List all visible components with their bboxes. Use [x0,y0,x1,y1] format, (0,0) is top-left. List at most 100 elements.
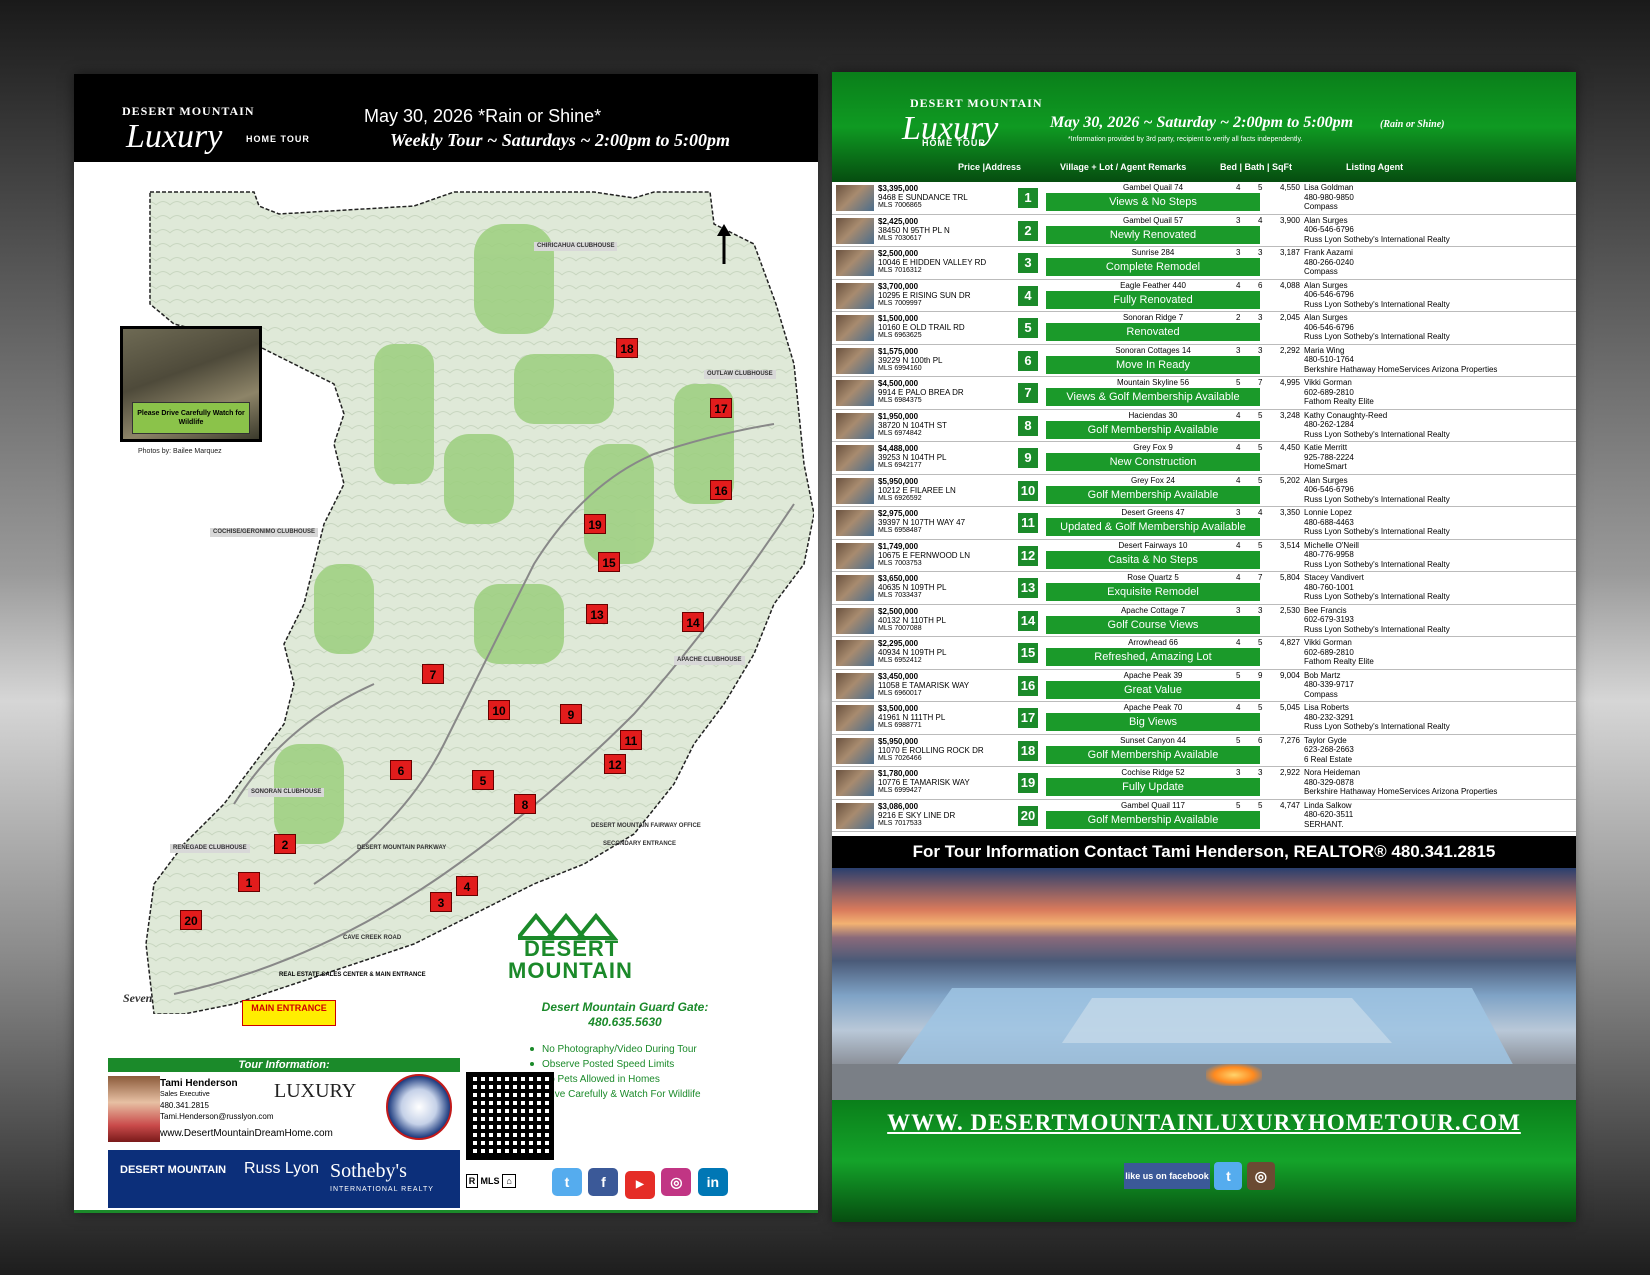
agent-phone[interactable]: 406-546-6796 [1304,225,1450,235]
map-marker-1[interactable]: 1 [238,872,260,892]
listing-row[interactable]: $2,975,000 39397 N 107TH WAY 47 MLS 695848… [832,507,1576,540]
agent-brokerage: SERHANT. [1304,819,1344,829]
listing-photo[interactable] [836,347,874,374]
listing-photo[interactable] [836,575,874,601]
guard-gate-phone[interactable]: 480.635.5630 [520,1015,730,1030]
listing-row[interactable]: $4,488,000 39253 N 104TH PL MLS 6942177 9 Gr… [832,442,1576,475]
agent-brokerage: Russ Lyon Sotheby's International Realty [1304,592,1450,601]
agent-phone[interactable]: 602-689-2810 [1304,388,1374,398]
agent-phone[interactable]: 602-679-3193 [1304,615,1450,625]
map-marker-5[interactable]: 5 [472,770,494,790]
agent-email[interactable]: Tami.Henderson@russlyon.com [160,1112,274,1121]
map-marker-19[interactable]: 19 [584,514,606,534]
instagram-icon[interactable]: ◎ [1246,1162,1275,1190]
twitter-icon[interactable]: t [1214,1162,1243,1190]
map-marker-13[interactable]: 13 [586,604,608,624]
agent-phone[interactable]: 480-262-1284 [1304,420,1450,430]
agent-phone[interactable]: 406-546-6796 [1304,485,1450,495]
listing-row[interactable]: $2,500,000 40132 N 110TH PL MLS 7007088 14 A… [832,605,1576,637]
listing-row[interactable]: $5,950,000 10212 E FILAREE LN MLS 6926592 1… [832,475,1576,507]
listing-row[interactable]: $4,500,000 9914 E PALO BREA DR MLS 6984375… [832,377,1576,410]
listing-row[interactable]: $1,780,000 10776 E TAMARISK WAY MLS 699942… [832,767,1576,800]
map-marker-2[interactable]: 2 [274,834,296,854]
listing-row[interactable]: $3,500,000 41961 N 111TH PL MLS 6988771 17 A… [832,702,1576,735]
agent-website[interactable]: www.DesertMountainDreamHome.com [160,1128,333,1139]
listing-photo[interactable] [836,445,874,471]
agent-phone[interactable]: 480-266-0240 [1304,258,1354,268]
map-marker-10[interactable]: 10 [488,700,510,720]
agent-phone[interactable]: 480-232-3291 [1304,713,1450,723]
listing-photo[interactable] [836,250,874,276]
listing-photo[interactable] [836,640,874,666]
youtube-icon[interactable]: ▶ [624,1171,655,1199]
agent-phone[interactable]: 602-689-2810 [1304,648,1374,658]
listing-bed: 2 [1236,313,1241,322]
agent-phone[interactable]: 480-688-4463 [1304,518,1450,528]
listing-row[interactable]: $1,575,000 39229 N 100th PL MLS 6994160 6 So… [832,345,1576,377]
agent-phone[interactable]: 480-980-9850 [1304,193,1354,203]
map-marker-4[interactable]: 4 [456,876,478,896]
listing-row[interactable]: $3,086,000 9216 E SKY LINE DR MLS 7017533 2… [832,800,1576,832]
map-marker-11[interactable]: 11 [620,730,642,750]
listing-photo[interactable] [836,315,874,341]
listing-photo[interactable] [836,770,874,796]
listing-row[interactable]: $1,500,000 10160 E OLD TRAIL RD MLS 696362… [832,312,1576,345]
listing-row[interactable]: $1,749,000 10675 E FERNWOOD LN MLS 7003753… [832,540,1576,572]
listing-row[interactable]: $3,395,000 9468 E SUNDANCE TRL MLS 7006865… [832,182,1576,215]
listing-photo[interactable] [836,510,874,536]
listing-photo[interactable] [836,217,874,244]
map-marker-20[interactable]: 20 [180,910,202,930]
listing-sqft: 7,276 [1279,735,1300,745]
map-marker-14[interactable]: 14 [682,612,704,632]
map-marker-8[interactable]: 8 [514,794,536,814]
listing-photo[interactable] [836,802,874,829]
tour-rule: Observe Posted Speed Limits [530,1057,701,1072]
listing-photo[interactable] [836,380,874,406]
listing-row[interactable]: $5,950,000 11070 E ROLLING ROCK DR MLS 702… [832,735,1576,767]
map-marker-15[interactable]: 15 [598,552,620,572]
facebook-icon[interactable]: f [588,1168,619,1196]
agent-phone[interactable]: 406-546-6796 [1304,323,1450,333]
listing-row[interactable]: $3,650,000 40635 N 109TH PL MLS 7033437 13 R… [832,572,1576,605]
listing-photo[interactable] [836,185,874,211]
listing-row[interactable]: $3,700,000 10295 E RISING SUN DR MLS 70099… [832,280,1576,312]
agent-phone[interactable]: 480-776-9958 [1304,550,1450,560]
listing-row[interactable]: $2,425,000 38450 N 95TH PL N MLS 7030617 2 G… [832,215,1576,247]
agent-phone[interactable]: 480.341.2815 [160,1101,209,1110]
map-marker-16[interactable]: 16 [710,480,732,500]
linkedin-icon[interactable]: in [697,1168,728,1196]
listing-row[interactable]: $3,450,000 11058 E TAMARISK WAY MLS 696001… [832,670,1576,702]
map-marker-7[interactable]: 7 [422,664,444,684]
agent-phone[interactable]: 406-546-6796 [1304,290,1450,300]
map-marker-3[interactable]: 3 [430,892,452,912]
listing-row[interactable]: $2,500,000 10046 E HIDDEN VALLEY RD MLS 70… [832,247,1576,280]
listing-photo[interactable] [836,282,874,309]
facebook-like-button[interactable]: like us on facebook [1124,1163,1210,1189]
instagram-icon[interactable]: ◎ [661,1168,692,1196]
listing-photo[interactable] [836,737,874,764]
map-marker-17[interactable]: 17 [710,398,732,418]
qr-code[interactable] [466,1072,554,1160]
agent-phone[interactable]: 480-510-1764 [1304,355,1497,365]
map-marker-12[interactable]: 12 [604,754,626,774]
agent-phone[interactable]: 480-339-9717 [1304,680,1354,690]
listing-photo[interactable] [836,607,874,634]
agent-phone[interactable]: 623-268-2663 [1304,745,1354,755]
listing-row[interactable]: $2,295,000 40934 N 109TH PL MLS 6952412 15 A… [832,637,1576,670]
agent-phone[interactable]: 480-620-3511 [1304,810,1353,820]
map-marker-18[interactable]: 18 [616,338,638,358]
listing-photo[interactable] [836,477,874,504]
map-marker-6[interactable]: 6 [390,760,412,780]
agent-phone[interactable]: 925-788-2224 [1304,453,1354,463]
listing-photo[interactable] [836,412,874,439]
tour-website[interactable]: WWW. DESERTMOUNTAINLUXURYHOMETOUR.COM [832,1110,1576,1136]
listing-photo[interactable] [836,672,874,699]
listing-photo[interactable] [836,542,874,569]
twitter-icon[interactable]: t [552,1168,582,1196]
agent-name: Tami Henderson [160,1078,238,1089]
agent-phone[interactable]: 480-329-0878 [1304,778,1497,788]
listing-photo[interactable] [836,705,874,731]
listing-row[interactable]: $1,950,000 38720 N 104TH ST MLS 6974842 8 Ha… [832,410,1576,442]
map-marker-9[interactable]: 9 [560,704,582,724]
agent-phone[interactable]: 480-760-1001 [1304,583,1450,593]
